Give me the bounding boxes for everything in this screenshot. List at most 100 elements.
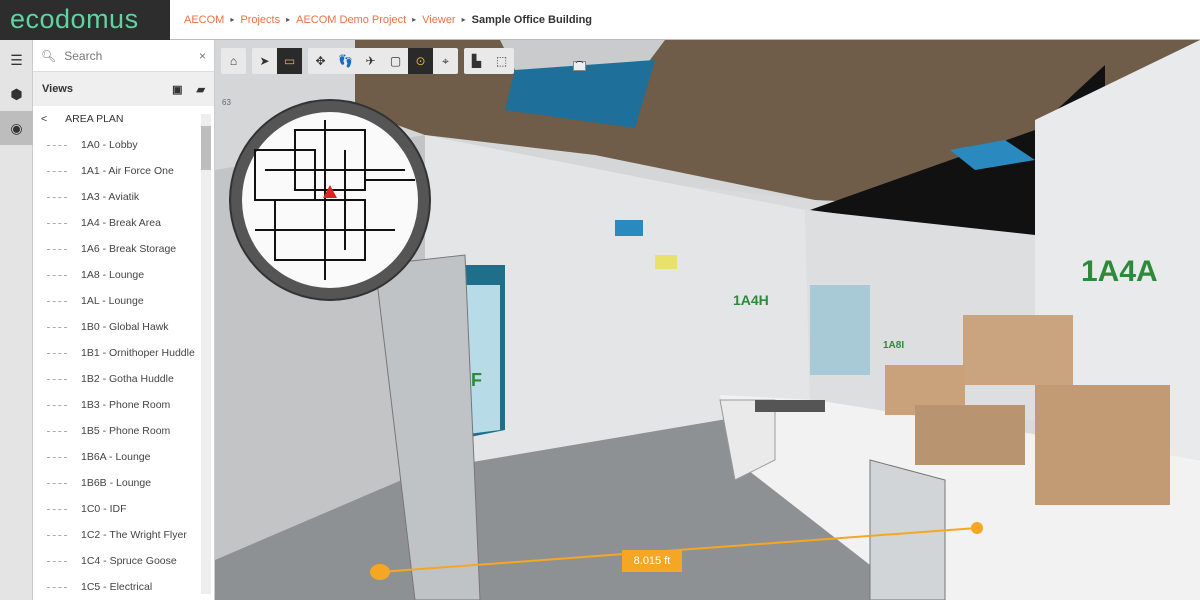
view-item-label: 1A0 - Lobby [81,139,138,151]
cube-icon[interactable]: ⬢ [0,77,33,111]
fly-airplane-icon[interactable]: ✈ [358,48,383,74]
tree-line [47,482,67,484]
view-list-item[interactable]: 1C4 - Spruce Goose [33,548,214,574]
measurement-end-handle[interactable] [971,522,983,534]
view-item-label: 1B0 - Global Hawk [81,321,169,333]
home-icon[interactable]: ⌂ [221,48,246,74]
view-list-item[interactable]: 1B5 - Phone Room [33,418,214,444]
view-list-item[interactable]: 1A3 - Aviatik [33,184,214,210]
view-item-label: 1A8 - Lounge [81,269,145,281]
view-item-label: 1A4 - Break Area [81,217,161,229]
3d-viewer[interactable]: ⌂ ➤ ▭ ✥ 👣 ✈ ▢ ⊙ ⌖ ▙ ⬚ 63 ⌒ 1A4H 1A4A 1A8I F 8.015 … [215,40,1200,600]
clear-search-icon[interactable]: × [199,49,206,63]
view-item-label: 1AL - Lounge [81,295,144,307]
tree-line [47,326,67,328]
locate-icon[interactable]: ⌖ [433,48,458,74]
icon-rail: ☰ ⬢ ◉ [0,40,33,600]
view-list-item[interactable]: 1A0 - Lobby [33,132,214,158]
tree-line [47,430,67,432]
search-icon: 🔍︎ [41,48,57,63]
viewer-toolbar: ⌂ ➤ ▭ ✥ 👣 ✈ ▢ ⊙ ⌖ ▙ ⬚ [221,48,514,74]
toolbar-group: ➤ ▭ [252,48,302,74]
tree-line [47,222,67,224]
tree-line [47,248,67,250]
measure-ruler-icon[interactable]: ▭ [277,48,302,74]
scrollbar[interactable] [201,114,211,594]
section-title: AREA PLAN [65,113,124,125]
view-list-item[interactable]: 1A4 - Break Area [33,210,214,236]
breadcrumb-viewer[interactable]: Viewer [422,0,455,40]
section-box-icon[interactable]: ▢ [383,48,408,74]
view-list-item[interactable]: 1B2 - Gotha Huddle [33,366,214,392]
view-list-item[interactable]: 1C5 - Electrical [33,574,214,600]
tree-line [47,378,67,380]
tree-line [47,456,67,458]
select-window-icon[interactable]: ⬚ [489,48,514,74]
measurement-start-handle[interactable] [370,564,390,580]
room-label-1a4a: 1A4A [1081,255,1158,288]
breadcrumb: AECOM ▸ Projects ▸ AECOM Demo Project ▸ Vie… [184,0,592,40]
view-list-item[interactable]: 1A6 - Break Storage [33,236,214,262]
view-list-item[interactable]: 1C0 - IDF [33,496,214,522]
breadcrumb-separator: ▸ [230,15,235,24]
tree-line [47,404,67,406]
search-bar: 🔍︎ Search × [33,40,214,72]
view-list-item[interactable]: 1B0 - Global Hawk [33,314,214,340]
folder-icon[interactable]: ▰ [197,83,205,96]
view-list-item[interactable]: 1B1 - Ornithoper Huddle [33,340,214,366]
view-item-label: 1A1 - Air Force One [81,165,174,177]
view-list-item[interactable]: 1A1 - Air Force One [33,158,214,184]
search-input[interactable]: Search [64,49,102,63]
view-list-item[interactable]: 1A8 - Lounge [33,262,214,288]
camera-orbit-icon[interactable]: ⊙ [408,48,433,74]
tree-line [47,560,67,562]
tree-line [47,196,67,198]
breadcrumb-projects[interactable]: Projects [240,0,280,40]
breadcrumb-project[interactable]: AECOM Demo Project [296,0,406,40]
add-document-icon[interactable]: ▙ [464,48,489,74]
breadcrumb-separator: ▸ [461,15,466,24]
view-item-label: 1A6 - Break Storage [81,243,177,255]
breadcrumb-current: Sample Office Building [471,14,593,26]
view-list-item[interactable]: 1B3 - Phone Room [33,392,214,418]
view-item-label: 1B2 - Gotha Huddle [81,373,174,385]
tree-line [47,170,67,172]
walk-footsteps-icon[interactable]: 👣 [333,48,358,74]
tree-line [47,352,67,354]
menu-icon[interactable]: ☰ [0,43,33,77]
measurement-value-label: 8.015 ft [622,550,682,572]
minimap-compass[interactable] [229,99,431,301]
view-item-label: 1B5 - Phone Room [81,425,171,437]
view-list-item[interactable]: 1AL - Lounge [33,288,214,314]
app-header: ecodomus AECOM ▸ Projects ▸ AECOM Demo Pro… [0,0,1200,40]
scene-render [215,40,1200,600]
view-item-label: 1C5 - Electrical [81,581,153,593]
section-header[interactable]: < AREA PLAN [33,106,214,132]
view-item-label: 1C0 - IDF [81,503,127,515]
breadcrumb-aecom[interactable]: AECOM [184,0,224,40]
screenshot-icon[interactable]: ⌒ [573,61,586,71]
toolbar-group: ✥ 👣 ✈ ▢ ⊙ ⌖ [308,48,458,74]
toolbar-group: ⌂ [221,48,246,74]
room-label-f: F [471,370,482,390]
pan-move-icon[interactable]: ✥ [308,48,333,74]
view-item-label: 1B6A - Lounge [81,451,151,463]
eye-icon[interactable]: ◉ [0,111,33,145]
back-chevron-icon[interactable]: < [41,113,47,125]
view-item-label: 1B3 - Phone Room [81,399,171,411]
tree-line [47,586,67,588]
breadcrumb-separator: ▸ [412,15,417,24]
room-label-1a4h: 1A4H [733,292,769,308]
room-label-1a8i: 1A8I [883,340,905,351]
breadcrumb-separator: ▸ [286,15,291,24]
views-list: < AREA PLAN 1A0 - Lobby 1A1 - Air Force On… [33,106,214,600]
view-list-item[interactable]: 1C2 - The Wright Flyer [33,522,214,548]
view-item-label: 1A3 - Aviatik [81,191,140,203]
ecodomus-logo[interactable]: ecodomus [0,0,170,40]
camera-view-icon[interactable]: ▣ [172,83,182,96]
select-arrow-icon[interactable]: ➤ [252,48,277,74]
scrollbar-thumb[interactable] [201,126,211,170]
view-list-item[interactable]: 1B6A - Lounge [33,444,214,470]
view-list-item[interactable]: 1B6B - Lounge [33,470,214,496]
view-item-label: 1C2 - The Wright Flyer [81,529,187,541]
